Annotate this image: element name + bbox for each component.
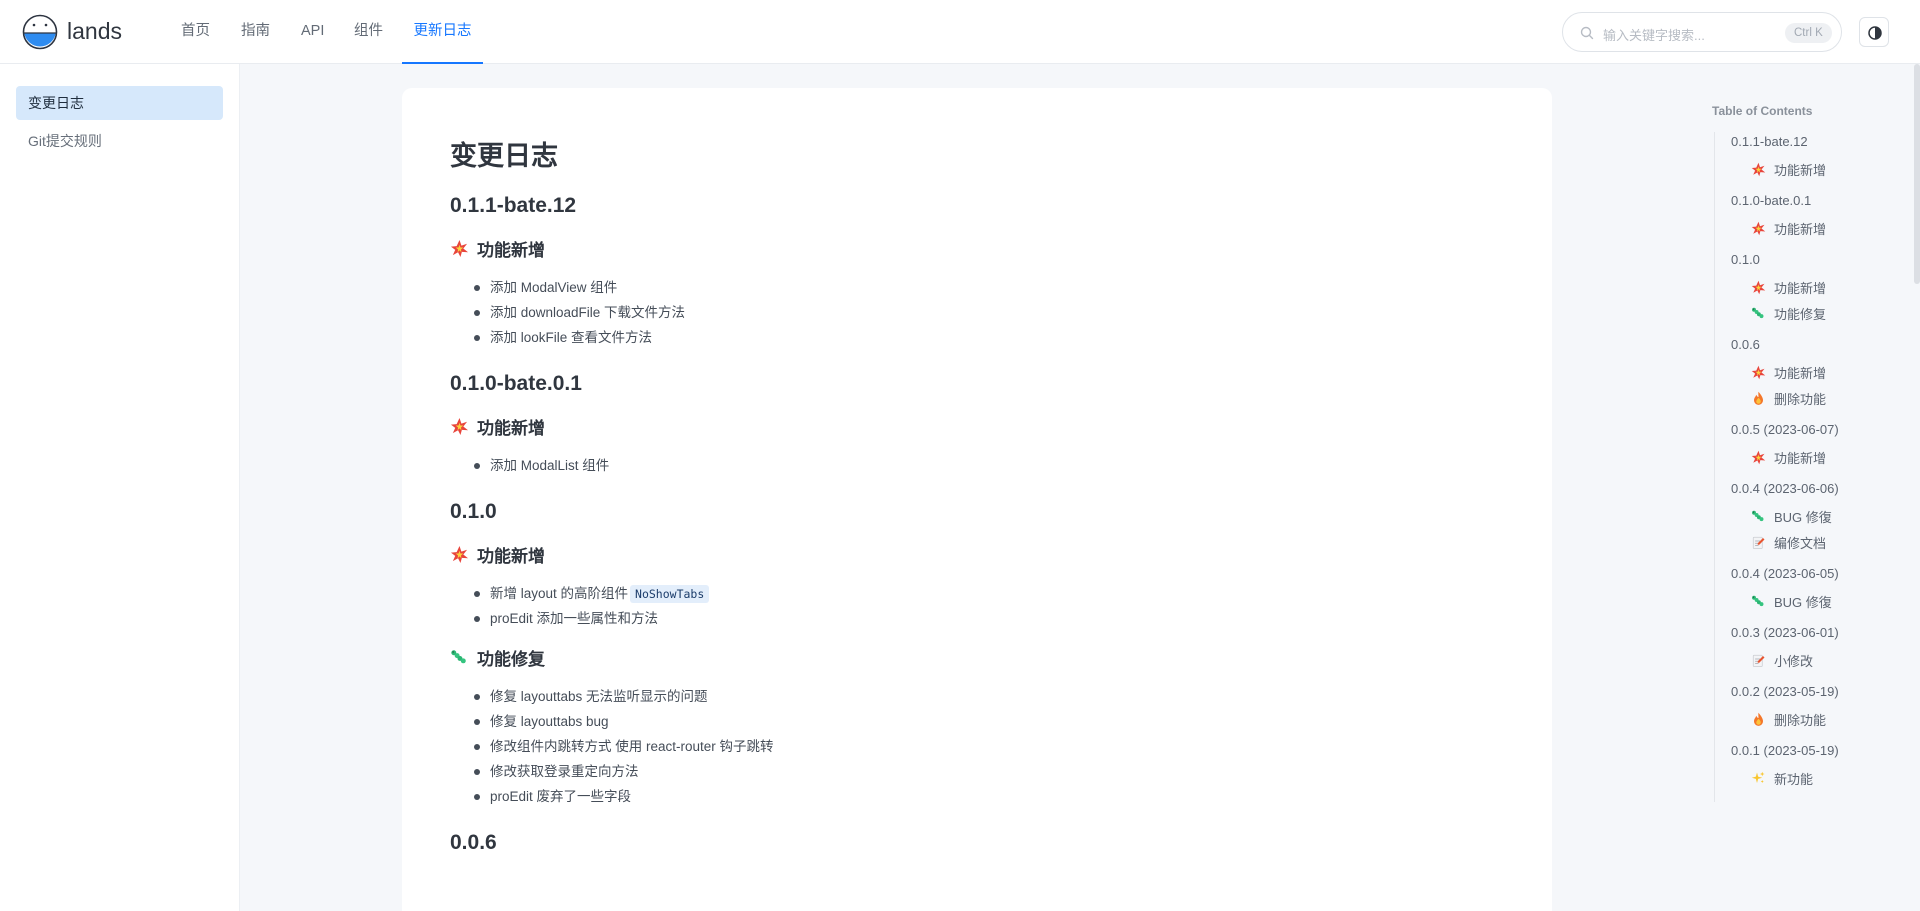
toc-link[interactable]: 0.0.4 (2023-06-06) <box>1731 481 1839 496</box>
version-heading: 0.1.1-bate.12 <box>450 194 577 217</box>
fire-icon <box>1751 391 1766 406</box>
section-heading: 功能新增 <box>450 414 1510 439</box>
contrast-icon <box>1868 26 1882 40</box>
list-item: proEdit 添加一些属性和方法 <box>450 606 1510 631</box>
sparkle-burst-icon <box>1751 365 1766 380</box>
sidebar-item-git-rules[interactable]: Git提交规则 <box>16 124 223 158</box>
toc-link[interactable]: 0.0.4 (2023-06-05) <box>1731 566 1839 581</box>
list-item: 修改获取登录重定向方法 <box>450 759 1510 784</box>
content-card: 变更日志 0.1.1-bate.12 功能新增 添加 ModalView 组件 … <box>402 88 1552 911</box>
toc-link[interactable]: 0.1.0-bate.0.1 <box>1731 193 1811 208</box>
sparkle-burst-icon <box>450 239 469 258</box>
change-list: 添加 ModalView 组件 添加 downloadFile 下载文件方法 添… <box>450 275 1510 350</box>
memo-icon <box>1751 653 1766 668</box>
toc-link[interactable]: 新功能 <box>1751 769 1813 788</box>
toc-link[interactable]: 0.0.6 <box>1731 337 1760 352</box>
section-heading: 功能修复 <box>450 645 1510 670</box>
brand-name[interactable]: lands <box>67 18 122 45</box>
search-shortcut-badge: Ctrl K <box>1785 23 1832 43</box>
sparkles-icon <box>1751 771 1766 786</box>
toc-link[interactable]: 删除功能 <box>1751 710 1826 729</box>
change-list: 添加 ModalList 组件 <box>450 453 1510 478</box>
top-header: lands 首页 指南 API 组件 更新日志 输入关键字搜索... Ctrl … <box>0 0 1920 64</box>
toc-link[interactable]: 删除功能 <box>1751 389 1826 408</box>
theme-toggle-button[interactable] <box>1859 17 1889 47</box>
toc-link[interactable]: 0.0.3 (2023-06-01) <box>1731 625 1839 640</box>
search-box[interactable]: 输入关键字搜索... Ctrl K <box>1562 12 1842 52</box>
page-title: 变更日志 <box>450 141 558 171</box>
toc-link[interactable]: 功能新增 <box>1751 278 1826 297</box>
change-list: 新增 layout 的高阶组件 NoShowTabs proEdit 添加一些属性… <box>450 581 1510 631</box>
list-item: 添加 lookFile 查看文件方法 <box>450 325 1510 350</box>
toc-link[interactable]: 功能新增 <box>1751 448 1826 467</box>
toc-link[interactable]: 编修文档 <box>1751 533 1826 552</box>
version-heading: 0.0.6 <box>450 831 497 854</box>
search-icon <box>1580 26 1594 40</box>
sparkle-burst-icon <box>1751 221 1766 236</box>
sparkle-burst-icon <box>1751 280 1766 295</box>
toc-link[interactable]: 0.1.0 <box>1731 252 1760 267</box>
list-item: 修改组件内跳转方式 使用 react-router 钩子跳转 <box>450 734 1510 759</box>
inline-code: NoShowTabs <box>630 585 710 603</box>
fire-icon <box>1751 712 1766 727</box>
sidebar: 变更日志 Git提交规则 <box>0 64 240 911</box>
toc-link[interactable]: 小修改 <box>1751 651 1813 670</box>
sparkle-burst-icon <box>450 545 469 564</box>
toc-list: 0.1.1-bate.12 功能新增 0.1.0-bate.0.1 功能新增 0… <box>1714 132 1900 802</box>
nav-home[interactable]: 首页 <box>181 0 210 64</box>
caterpillar-icon <box>1751 306 1766 321</box>
sparkle-burst-icon <box>1751 450 1766 465</box>
nav-changelog[interactable]: 更新日志 <box>402 0 483 64</box>
toc-link[interactable]: 0.0.2 (2023-05-19) <box>1731 684 1839 699</box>
version-heading: 0.1.0-bate.0.1 <box>450 372 582 395</box>
logo-icon[interactable] <box>22 14 58 50</box>
list-item: 修复 layouttabs 无法监听显示的问题 <box>450 684 1510 709</box>
list-item: 添加 ModalList 组件 <box>450 453 1510 478</box>
nav-api[interactable]: API <box>301 0 324 64</box>
toc-link[interactable]: BUG 修復 <box>1751 507 1832 526</box>
toc-link[interactable]: 0.0.5 (2023-06-07) <box>1731 422 1839 437</box>
toc-link[interactable]: 功能修复 <box>1751 304 1826 323</box>
sparkle-burst-icon <box>450 417 469 436</box>
toc-link[interactable]: 功能新增 <box>1751 363 1826 382</box>
toc-link[interactable]: 0.1.1-bate.12 <box>1731 134 1808 149</box>
toc-title: Table of Contents <box>1712 104 1813 118</box>
toc-link[interactable]: 功能新增 <box>1751 160 1826 179</box>
nav-guide[interactable]: 指南 <box>241 0 270 64</box>
sparkle-burst-icon <box>1751 162 1766 177</box>
list-item: 新增 layout 的高阶组件 NoShowTabs <box>450 581 1510 606</box>
caterpillar-icon <box>1751 509 1766 524</box>
page-scrollbar[interactable] <box>1914 64 1920 284</box>
changelog-content: 变更日志 0.1.1-bate.12 功能新增 添加 ModalView 组件 … <box>450 136 1510 855</box>
list-item: proEdit 废弃了一些字段 <box>450 784 1510 809</box>
sidebar-item-changelog[interactable]: 变更日志 <box>16 86 223 120</box>
nav-components[interactable]: 组件 <box>354 0 383 64</box>
list-item: 添加 downloadFile 下载文件方法 <box>450 300 1510 325</box>
list-item: 修复 layouttabs bug <box>450 709 1510 734</box>
table-of-contents: Table of Contents 0.1.1-bate.12 功能新增 0.1… <box>1712 104 1902 802</box>
toc-link[interactable]: 功能新增 <box>1751 219 1826 238</box>
toc-link[interactable]: BUG 修復 <box>1751 592 1832 611</box>
list-item: 添加 ModalView 组件 <box>450 275 1510 300</box>
toc-link[interactable]: 0.0.1 (2023-05-19) <box>1731 743 1839 758</box>
version-heading: 0.1.0 <box>450 500 497 523</box>
section-heading: 功能新增 <box>450 542 1510 567</box>
search-placeholder: 输入关键字搜索... <box>1603 28 1705 43</box>
caterpillar-icon <box>1751 594 1766 609</box>
change-list: 修复 layouttabs 无法监听显示的问题 修复 layouttabs bu… <box>450 684 1510 809</box>
caterpillar-icon <box>450 648 469 667</box>
section-heading: 功能新增 <box>450 236 1510 261</box>
memo-icon <box>1751 535 1766 550</box>
